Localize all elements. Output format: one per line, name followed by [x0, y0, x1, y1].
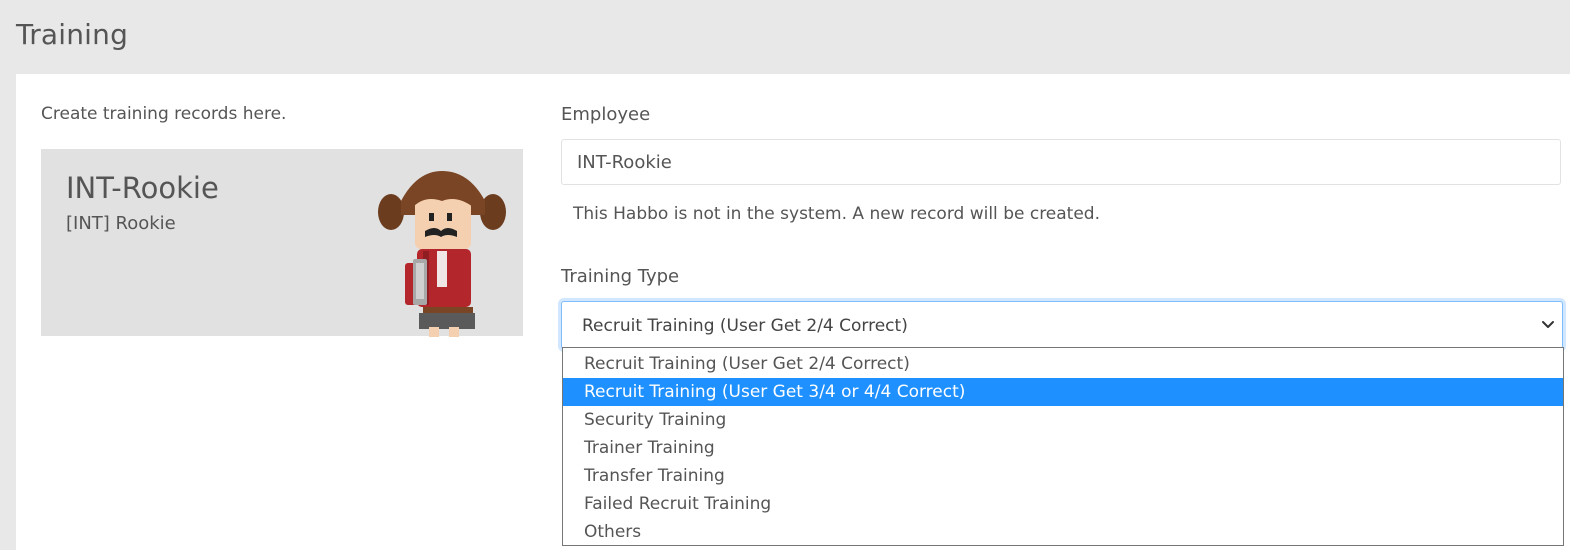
employee-label: Employee: [561, 104, 651, 125]
avatar: [378, 171, 506, 337]
dropdown-option[interactable]: Failed Recruit Training: [563, 490, 1563, 518]
chevron-down-icon: [1542, 321, 1554, 328]
content-panel: Create training records here. INT-Rookie…: [16, 74, 1570, 550]
profile-rank: [INT] Rookie: [66, 213, 176, 234]
dropdown-option[interactable]: Trainer Training: [563, 434, 1563, 462]
training-type-select[interactable]: Recruit Training (User Get 2/4 Correct): [561, 301, 1563, 349]
dropdown-option[interactable]: Transfer Training: [563, 462, 1563, 490]
dropdown-option[interactable]: Others: [563, 518, 1563, 546]
training-type-label: Training Type: [561, 266, 680, 287]
profile-card: INT-Rookie [INT] Rookie: [41, 149, 523, 337]
page-title: Training: [16, 18, 129, 51]
training-type-selected-value: Recruit Training (User Get 2/4 Correct): [582, 316, 908, 336]
dropdown-option[interactable]: Recruit Training (User Get 3/4 or 4/4 Co…: [563, 378, 1563, 406]
employee-input[interactable]: [561, 139, 1561, 185]
profile-name: INT-Rookie: [66, 171, 219, 205]
training-type-dropdown: Recruit Training (User Get 2/4 Correct) …: [562, 347, 1564, 546]
intro-text: Create training records here.: [41, 104, 287, 124]
employee-help-text: This Habbo is not in the system. A new r…: [573, 204, 1100, 224]
dropdown-option[interactable]: Recruit Training (User Get 2/4 Correct): [563, 350, 1563, 378]
training-page: Training Create training records here. I…: [0, 0, 1570, 550]
dropdown-option[interactable]: Security Training: [563, 406, 1563, 434]
